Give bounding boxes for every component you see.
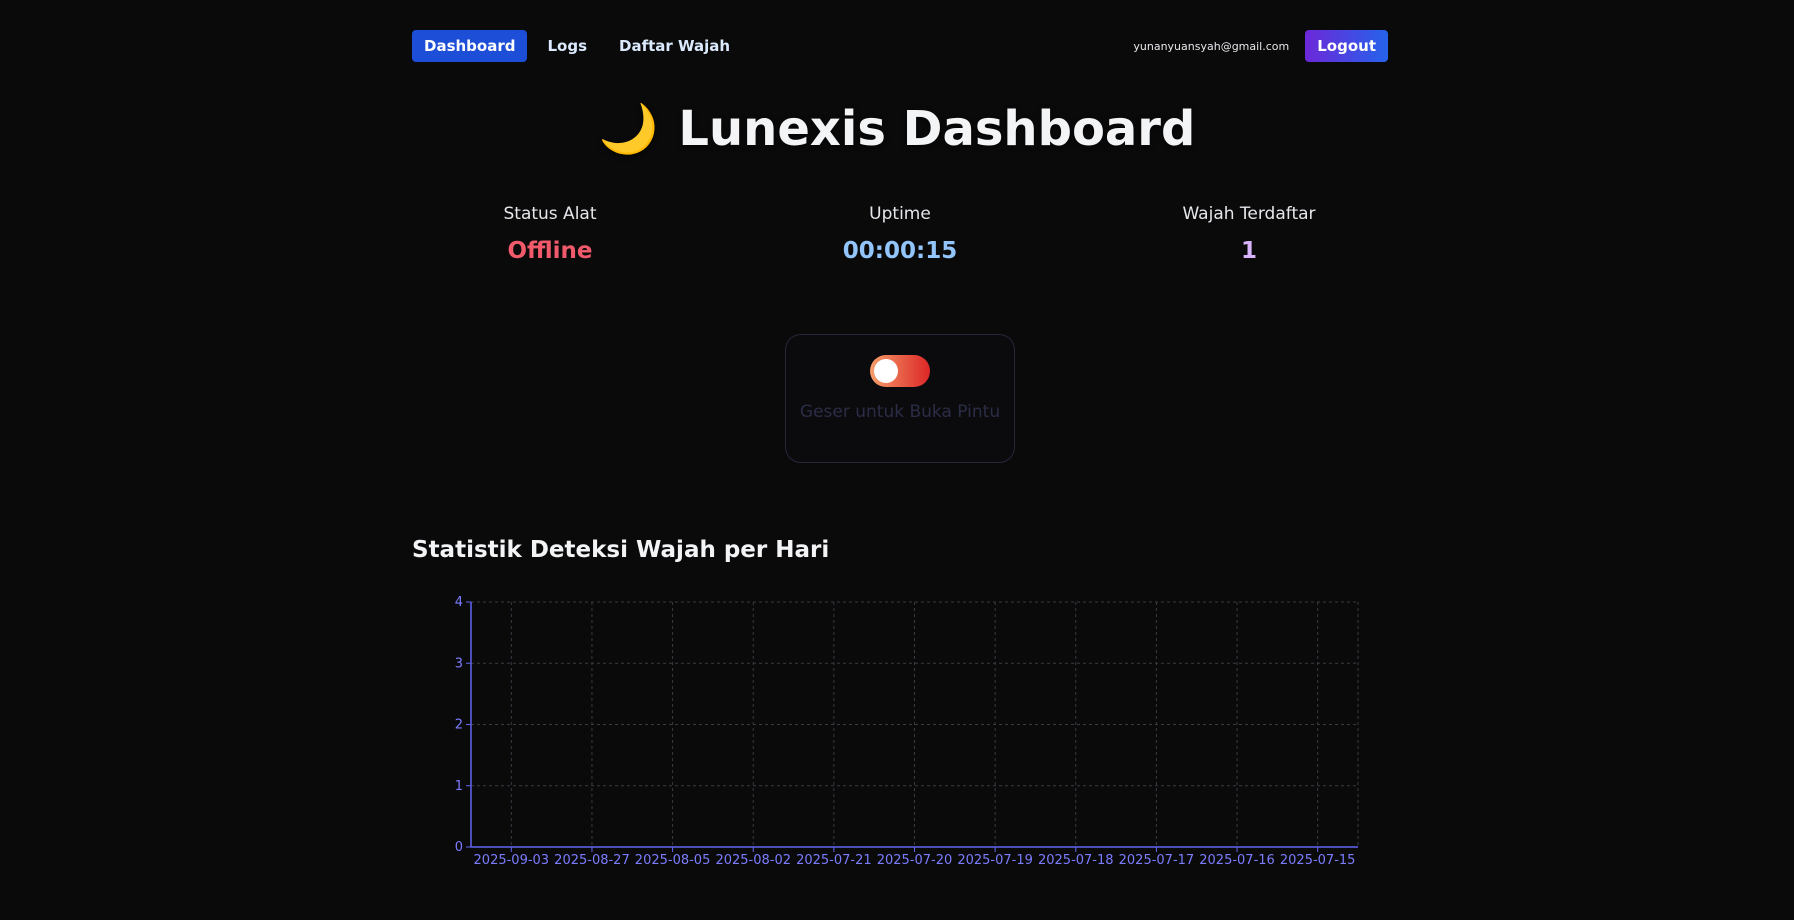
x-tick-label: 2025-09-03 (474, 853, 550, 868)
stat-faces-value: 1 (1240, 238, 1257, 264)
door-toggle-label: Geser untuk Buka Pintu (799, 402, 1001, 422)
moon-icon: 🌙 (598, 101, 659, 157)
x-tick-label: 2025-07-15 (1280, 853, 1356, 868)
top-nav: Dashboard Logs Daftar Wajah yunanyuansya… (412, 30, 1388, 62)
stat-uptime-label: Uptime (869, 204, 931, 224)
door-control-card: Geser untuk Buka Pintu (785, 334, 1015, 463)
x-tick-label: 2025-07-20 (877, 853, 953, 868)
y-tick-label: 2 (455, 718, 463, 733)
y-tick-label: 1 (455, 779, 463, 794)
y-tick-label: 0 (455, 840, 463, 855)
x-tick-label: 2025-07-17 (1119, 853, 1195, 868)
page-title: 🌙 Lunexis Dashboard (0, 100, 1794, 157)
stat-faces: Wajah Terdaftar 1 (1119, 204, 1379, 264)
page-title-text: Lunexis Dashboard (678, 101, 1196, 157)
nav-user-area: yunanyuansyah@gmail.com Logout (1133, 30, 1388, 62)
stat-status-label: Status Alat (503, 204, 597, 224)
face-detection-chart: 0 1 2 3 4 2025-09-03 2025-08-27 2025-08-05 2025-… (455, 595, 1359, 868)
stat-uptime: Uptime 00:00:15 (770, 204, 1030, 264)
y-tick-label: 4 (455, 595, 463, 610)
nav-links: Dashboard Logs Daftar Wajah (412, 30, 742, 62)
x-tick-label: 2025-07-18 (1038, 853, 1114, 868)
x-tick-label: 2025-08-02 (715, 853, 791, 868)
stat-faces-label: Wajah Terdaftar (1182, 204, 1316, 224)
stat-status-value: Offline (507, 238, 593, 264)
toggle-knob[interactable] (874, 359, 898, 383)
x-tick-label: 2025-07-16 (1199, 853, 1275, 868)
stat-uptime-value: 00:00:15 (842, 238, 958, 264)
x-tick-label: 2025-07-19 (957, 853, 1033, 868)
y-tick-label: 3 (455, 656, 463, 671)
logout-button[interactable]: Logout (1305, 30, 1388, 62)
user-email: yunanyuansyah@gmail.com (1133, 39, 1290, 53)
nav-dashboard-button[interactable]: Dashboard (412, 30, 528, 62)
door-toggle[interactable] (870, 355, 930, 387)
x-tick-label: 2025-08-05 (635, 853, 711, 868)
nav-daftar-wajah-button[interactable]: Daftar Wajah (607, 30, 742, 62)
stat-status: Status Alat Offline (420, 204, 680, 264)
chart-title: Statistik Deteksi Wajah per Hari (412, 537, 830, 563)
x-tick-label: 2025-08-27 (554, 853, 630, 868)
nav-logs-button[interactable]: Logs (535, 30, 599, 62)
x-tick-label: 2025-07-21 (796, 853, 872, 868)
